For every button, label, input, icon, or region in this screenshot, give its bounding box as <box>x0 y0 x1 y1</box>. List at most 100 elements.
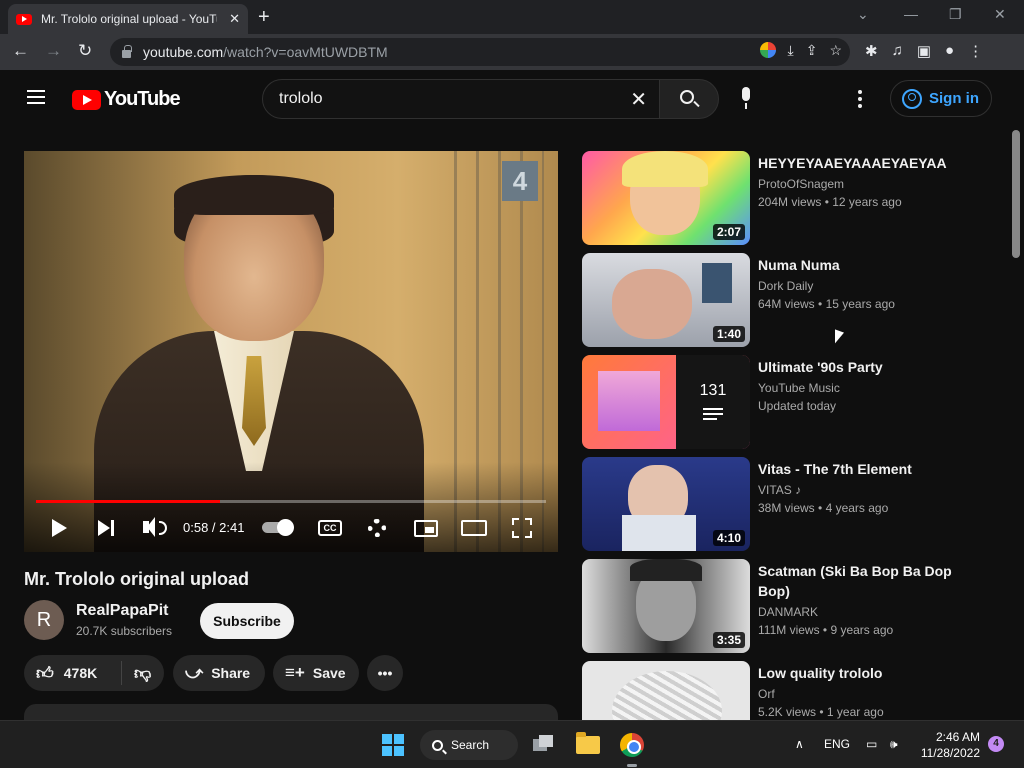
like-button[interactable]: 👍︎ 478K <box>24 661 122 685</box>
recommendation-item[interactable]: 2:07 HEYYEYAAEYAAAEYAEYAA ProtoOfSnagem … <box>582 151 1002 245</box>
channel-name[interactable]: RealPapaPit <box>76 602 168 620</box>
captions-icon[interactable]: CC <box>318 520 342 536</box>
side-panel-icon[interactable]: ▣ <box>917 42 931 60</box>
taskbar-clock[interactable]: 2:46 AM 11/28/2022 <box>920 729 980 761</box>
bookmark-star-icon[interactable]: ☆ <box>829 42 842 59</box>
youtube-favicon-icon <box>16 13 32 25</box>
save-label: Save <box>312 665 346 681</box>
next-icon[interactable] <box>98 520 114 536</box>
autoplay-toggle[interactable] <box>262 519 294 536</box>
tray-chevron-icon[interactable]: ∧ <box>795 737 804 751</box>
fullscreen-icon[interactable] <box>512 518 532 538</box>
taskbar-search-icon <box>432 739 443 751</box>
thumbs-down-icon[interactable]: 👎︎ <box>134 663 151 684</box>
recommendation-channel[interactable]: DANMARK <box>758 605 818 619</box>
recommendation-channel[interactable]: ProtoOfSnagem <box>758 177 844 191</box>
profile-icon[interactable]: ● <box>945 42 954 60</box>
browser-tab[interactable]: Mr. Trololo original upload - YouTube ✕ <box>8 4 248 34</box>
network-icon[interactable]: ▭ <box>866 737 877 751</box>
progress-bar[interactable] <box>36 500 546 503</box>
youtube-logo[interactable]: YouTube <box>72 88 181 111</box>
back-icon[interactable]: ← <box>12 41 29 61</box>
install-icon[interactable]: ⤓ <box>788 42 794 59</box>
clock-time: 2:46 AM <box>935 730 980 744</box>
youtube-logo-text: YouTube <box>104 88 181 110</box>
video-player[interactable]: 4 0:58 / 2:41 CC <box>24 151 558 552</box>
page-scrollbar[interactable] <box>1012 130 1020 258</box>
playlist-icon <box>703 407 723 423</box>
theater-mode-icon[interactable] <box>461 520 487 536</box>
recommendation-item[interactable]: Low quality trololo Orf 5.2K views • 1 y… <box>582 661 1002 720</box>
thumbnail-figure <box>612 269 692 339</box>
windows-start-icon[interactable] <box>382 734 404 756</box>
recommendation-title[interactable]: Ultimate '90s Party <box>758 357 958 377</box>
language-indicator[interactable]: ENG <box>824 737 850 751</box>
recommendation-title[interactable]: Scatman (Ski Ba Bop Ba Dop Bop) <box>758 561 958 601</box>
recommendation-title[interactable]: HEYYEYAAEYAAAEYAEYAA <box>758 153 958 173</box>
volume-icon[interactable] <box>143 517 155 537</box>
recommendation-channel[interactable]: Dork Daily <box>758 279 813 293</box>
recommendation-playlist-item[interactable]: 131 Ultimate '90s Party YouTube Music Up… <box>582 355 1002 449</box>
notification-badge[interactable]: 4 <box>988 736 1004 752</box>
video-frame-sign: 4 <box>502 161 538 201</box>
voice-search-icon[interactable] <box>738 87 754 111</box>
share-button[interactable]: ⤻ Share <box>173 655 265 691</box>
channel-avatar[interactable]: R <box>24 600 64 640</box>
minimize-icon[interactable]: — <box>904 6 918 22</box>
reload-icon[interactable]: ↻ <box>78 41 92 61</box>
file-explorer-icon[interactable] <box>576 732 600 754</box>
restore-icon[interactable]: ❐ <box>949 6 962 23</box>
settings-more-icon[interactable] <box>858 90 862 111</box>
time-current: 0:58 <box>183 520 209 535</box>
recommendation-thumbnail[interactable]: 3:35 <box>582 559 750 653</box>
toolbar-icons: ✱ ♫ ▣ ● ⋮ <box>865 42 983 60</box>
search-button[interactable] <box>659 79 719 119</box>
task-view-icon[interactable] <box>533 735 555 753</box>
taskbar-search-button[interactable]: Search <box>420 730 518 760</box>
recommendation-title[interactable]: Numa Numa <box>758 255 958 275</box>
recommendation-channel[interactable]: YouTube Music <box>758 381 840 395</box>
taskbar-search-label: Search <box>451 738 490 752</box>
recommendation-item[interactable]: 4:10 Vitas - The 7th Element VITAS ♪ 38M… <box>582 457 1002 551</box>
music-note-icon: ♪ <box>795 483 802 497</box>
search-input[interactable]: trololo ✕ <box>262 79 660 119</box>
chrome-taskbar-icon[interactable] <box>620 733 644 757</box>
recommendation-item[interactable]: 1:40 Numa Numa Dork Daily 64M views • 15… <box>582 253 1002 347</box>
share-page-icon[interactable]: ⇪ <box>806 42 818 59</box>
recommendation-channel[interactable]: VITAS ♪ <box>758 483 801 497</box>
close-tab-icon[interactable]: ✕ <box>229 11 240 27</box>
chrome-menu-icon[interactable]: ⋮ <box>968 42 983 60</box>
recommendation-meta: 111M views • 9 years ago <box>758 623 894 637</box>
clear-search-icon[interactable]: ✕ <box>630 87 647 112</box>
recommendation-channel[interactable]: Orf <box>758 687 775 701</box>
sign-in-button[interactable]: Sign in <box>890 80 992 117</box>
menu-icon[interactable] <box>27 90 45 104</box>
play-icon[interactable] <box>52 519 67 537</box>
new-tab-icon[interactable]: + <box>258 6 270 29</box>
playlist-cover-art <box>598 371 660 431</box>
like-dislike-group: 👍︎ 478K 👎︎ <box>24 655 164 691</box>
tab-search-icon[interactable]: ⌄ <box>857 6 869 23</box>
recommendation-thumbnail[interactable] <box>582 661 750 720</box>
settings-gear-icon[interactable] <box>368 519 386 537</box>
extensions-icon[interactable]: ✱ <box>865 42 878 60</box>
google-lens-icon[interactable] <box>759 42 776 58</box>
more-actions-button[interactable]: ••• <box>367 655 403 691</box>
recommendation-meta: 5.2K views • 1 year ago <box>758 705 884 719</box>
close-window-icon[interactable]: ✕ <box>994 6 1006 23</box>
mouse-cursor-icon <box>835 329 844 347</box>
recommendation-title[interactable]: Vitas - The 7th Element <box>758 459 958 479</box>
media-control-icon[interactable]: ♫ <box>892 42 903 60</box>
recommendation-item[interactable]: 3:35 Scatman (Ski Ba Bop Ba Dop Bop) DAN… <box>582 559 1002 653</box>
speaker-icon[interactable]: 🕪︎ <box>890 737 898 752</box>
forward-icon[interactable]: → <box>45 41 62 61</box>
recommendation-thumbnail[interactable]: 1:40 <box>582 253 750 347</box>
miniplayer-icon[interactable] <box>414 520 438 537</box>
address-bar[interactable]: youtube.com/watch?v=oavMtUWDBTM ⤓ ⇪ ☆ <box>110 38 850 66</box>
recommendation-title[interactable]: Low quality trololo <box>758 663 958 683</box>
save-button[interactable]: ≡+ Save <box>273 655 359 691</box>
subscribe-button[interactable]: Subscribe <box>200 603 294 639</box>
recommendation-thumbnail[interactable]: 2:07 <box>582 151 750 245</box>
playlist-thumbnail[interactable]: 131 <box>582 355 750 449</box>
recommendation-thumbnail[interactable]: 4:10 <box>582 457 750 551</box>
